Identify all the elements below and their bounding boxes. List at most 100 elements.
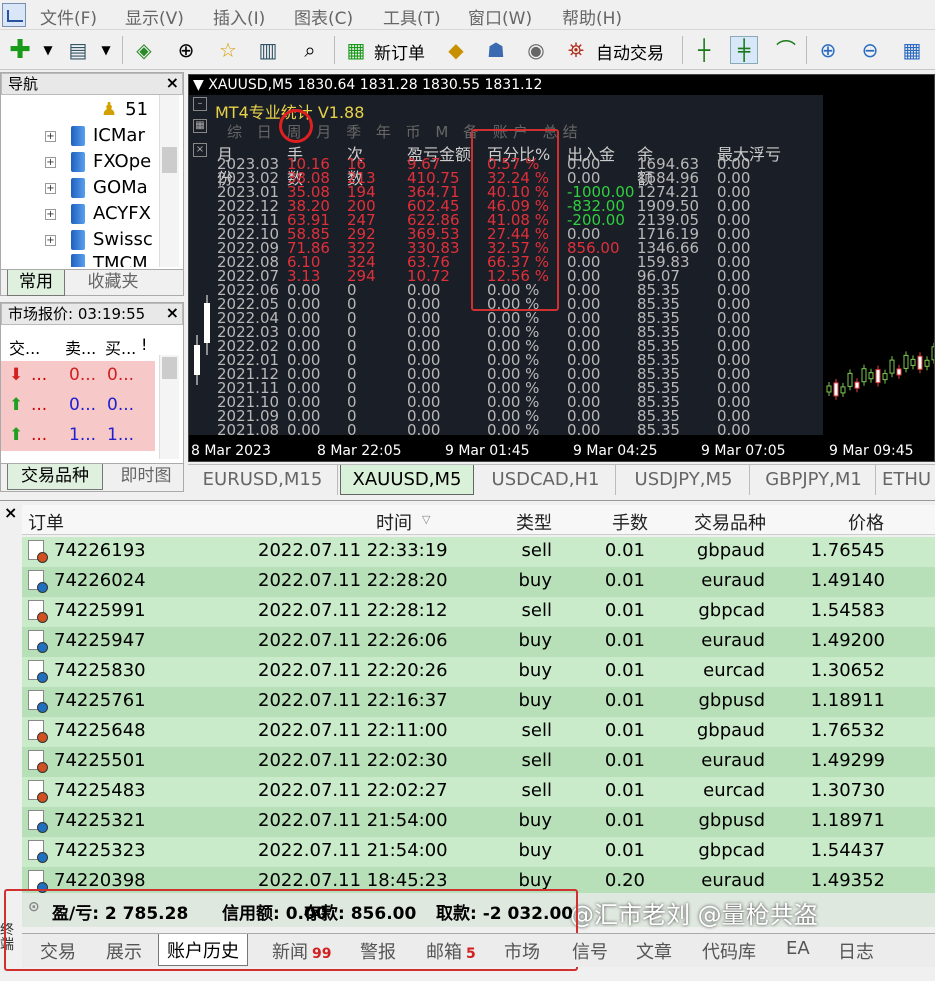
expand-icon[interactable]: + [45,157,56,168]
tab-articles[interactable]: 文章 [636,938,672,964]
signals-icon[interactable]: ☗ [482,36,510,64]
tab-journal[interactable]: 日志 [838,938,874,964]
zoom-in-icon[interactable]: ⊕ [814,36,842,64]
quote-row[interactable]: ⬇ ... 0... 0... [1,361,155,391]
col-type[interactable]: 类型 [516,509,552,535]
col-order[interactable]: 订单 [28,509,64,535]
tab-usdjpy[interactable]: USDJPY,M5 [618,465,750,495]
favorites-icon[interactable]: ☆ [214,36,242,64]
dropdown-icon[interactable]: ▼ [92,36,120,64]
tab-exposure[interactable]: 展示 [106,938,142,964]
tab-tick-chart[interactable]: 即时图 [111,464,181,490]
quote-row[interactable]: ⬆ ... 0... 0... [1,391,155,421]
new-order-icon[interactable]: ▦ [342,36,370,64]
col-spread[interactable]: ! [141,335,147,354]
menu-help[interactable]: 帮助(H) [562,4,622,29]
table-row[interactable]: 74226193 2022.07.11 22:33:19 sell 0.01 gbpau… [22,537,935,567]
tile-windows-icon[interactable]: ▦ [898,36,926,64]
menu-insert[interactable]: 插入(I) [213,4,265,29]
col-price[interactable]: 价格 [848,509,884,535]
metaeditor-icon[interactable]: ◆ [442,36,470,64]
close-icon[interactable]: × [193,143,207,157]
tab-ethusd[interactable]: ETHU [878,465,935,495]
new-order-button[interactable]: 新订单 [374,39,425,64]
crosshair-icon[interactable]: ⊕ [172,36,200,64]
profiles-icon[interactable]: ▤ [64,36,92,64]
col-symbol[interactable]: 交... [9,335,40,359]
table-row[interactable]: 74225947 2022.07.11 22:26:06 buy 0.01 euraud… [22,627,935,657]
tester-icon[interactable]: ⌕ [296,36,324,64]
tab-experts[interactable]: EA [786,938,810,959]
col-ask[interactable]: 买... [105,335,136,359]
tree-item[interactable]: + FXOpe [41,151,151,177]
menu-view[interactable]: 显示(V) [125,4,184,29]
table-row[interactable]: 74226024 2022.07.11 22:28:20 buy 0.01 euraud… [22,567,935,597]
quote-row[interactable]: ⬆ ... 1... 1... [1,421,155,451]
candlestick-chart[interactable] [823,95,935,441]
menu-window[interactable]: 窗口(W) [468,4,532,29]
col-time[interactable]: 时间 [376,509,412,535]
table-row[interactable]: 74225321 2022.07.11 21:54:00 buy 0.01 gbpusd… [22,807,935,837]
tree-item[interactable]: ♟ 51 [101,99,148,125]
minimize-icon[interactable]: – [193,97,207,111]
col-symbol[interactable]: 交易品种 [694,509,766,535]
sort-icon[interactable]: ▽ [422,513,430,526]
tab-common[interactable]: 常用 [7,270,65,296]
table-row[interactable]: 74225991 2022.07.11 22:28:12 sell 0.01 gbpca… [22,597,935,627]
table-row[interactable]: 74225323 2022.07.11 21:54:00 buy 0.01 gbpcad… [22,837,935,867]
close-icon[interactable]: × [166,303,179,323]
community-icon[interactable]: ◉ [522,36,550,64]
close-icon[interactable]: × [4,503,17,522]
tab-code-base[interactable]: 代码库 [702,938,756,964]
tab-xauusd[interactable]: XAUUSD,M5 [340,465,474,495]
table-row[interactable]: 74225483 2022.07.11 22:02:27 sell 0.01 eurca… [22,777,935,807]
auto-trade-icon[interactable]: ⛯ [562,36,590,64]
market-watch-icon[interactable]: ◈ [130,36,158,64]
expand-icon[interactable]: + [45,131,56,142]
expand-icon[interactable]: + [45,235,56,246]
scroll-thumb[interactable] [162,357,177,379]
close-icon[interactable]: × [166,73,179,93]
tree-item[interactable]: TMCM [41,253,148,267]
tab-favorites[interactable]: 收藏夹 [73,270,153,296]
tab-mailbox[interactable]: 邮箱 [426,938,462,964]
tree-item[interactable]: + GOMa [41,177,148,203]
expand-icon[interactable]: + [45,183,56,194]
expand-icon[interactable]: + [45,209,56,220]
tab-symbols[interactable]: 交易品种 [7,464,103,490]
candles-icon[interactable]: ╪ [730,36,758,64]
table-row[interactable]: 74225761 2022.07.11 22:16:37 buy 0.01 gbpusd… [22,687,935,717]
new-chart-icon[interactable]: ✚ [6,36,34,64]
tab-account-history[interactable]: 账户历史 [158,934,248,966]
scroll-thumb[interactable] [162,147,177,173]
menu-tools[interactable]: 工具(T) [383,4,441,29]
dropdown-icon[interactable]: ▼ [34,36,62,64]
zoom-out-icon[interactable]: ⊖ [856,36,884,64]
table-row[interactable]: 74225501 2022.07.11 22:02:30 sell 0.01 eurau… [22,747,935,777]
tree-item[interactable]: + ACYFX [41,203,151,229]
bar-chart-icon[interactable]: ┼ [690,36,718,64]
market-watch-scrollbar[interactable] [159,355,179,459]
line-chart-icon[interactable]: ⌒ [772,36,800,64]
chart-dropdown-icon[interactable]: ▼ [193,77,204,93]
tab-usdcad[interactable]: USDCAD,H1 [476,465,616,495]
navigator-scrollbar[interactable] [159,95,179,267]
tab-news[interactable]: 新闻 [272,938,308,964]
col-lots[interactable]: 手数 [612,509,648,535]
table-row[interactable]: 74225830 2022.07.11 22:20:26 buy 0.01 eurcad… [22,657,935,687]
tab-eurusd[interactable]: EURUSD,M15 [188,465,338,495]
tree-item[interactable]: + Swissc [41,229,153,255]
chart-window[interactable]: ▼ XAUUSD,M5 1830.64 1831.28 1830.55 1831… [188,74,935,462]
tab-market[interactable]: 市场 [504,938,540,964]
auto-trade-button[interactable]: 自动交易 [596,39,664,64]
menu-charts[interactable]: 图表(C) [294,4,353,29]
tab-signals[interactable]: 信号 [572,938,608,964]
table-row[interactable]: 74225648 2022.07.11 22:11:00 sell 0.01 gbpau… [22,717,935,747]
grid-icon[interactable]: ▦ [193,119,207,133]
terminal-icon[interactable]: ▥ [254,36,282,64]
col-bid[interactable]: 卖... [65,335,96,359]
menu-file[interactable]: 文件(F) [40,4,97,29]
tab-gbpjpy[interactable]: GBPJPY,M1 [752,465,876,495]
tab-alerts[interactable]: 警报 [360,938,396,964]
tree-item[interactable]: + ICMar [41,125,145,151]
